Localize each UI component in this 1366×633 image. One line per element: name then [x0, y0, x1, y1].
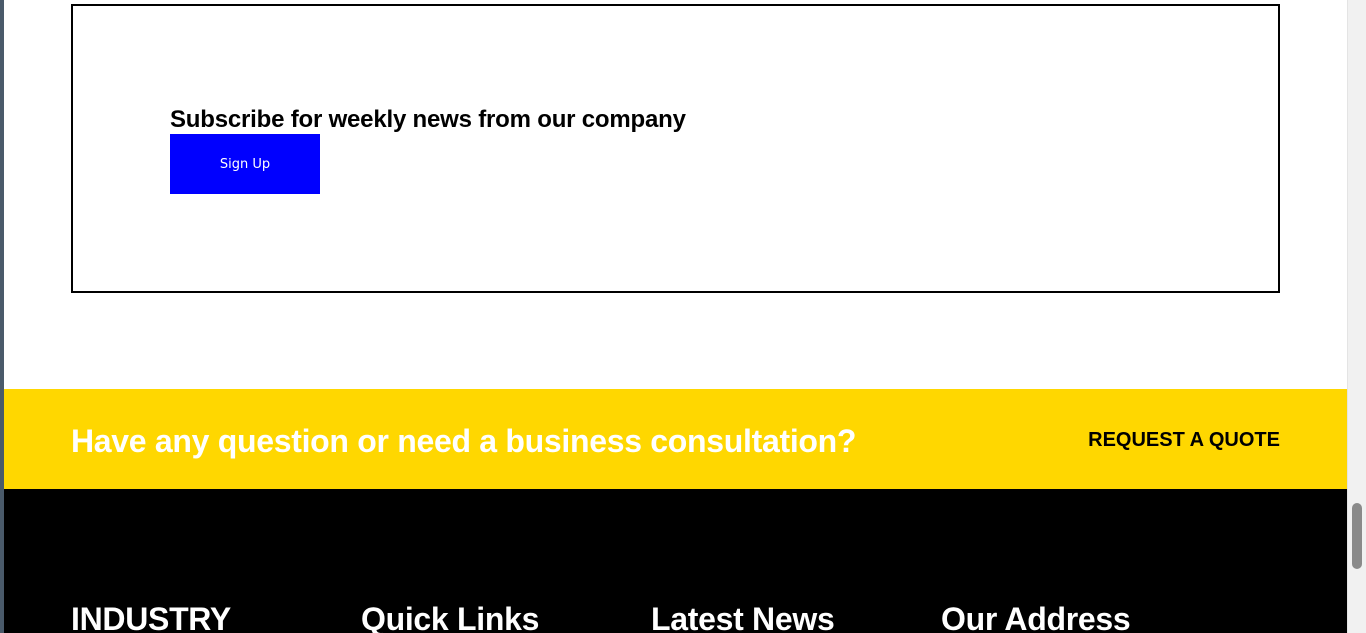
footer-heading-quick-links: Quick Links — [361, 601, 540, 633]
browser-viewport: Subscribe for weekly news from our compa… — [0, 0, 1366, 633]
consultation-heading: Have any question or need a business con… — [71, 423, 857, 459]
footer-heading-latest-news: Latest News — [651, 601, 835, 633]
footer-heading-our-address: Our Address — [941, 601, 1131, 633]
subscribe-section: Subscribe for weekly news from our compa… — [71, 4, 1280, 293]
scrollbar-thumb[interactable] — [1352, 503, 1362, 569]
site-footer: INDUSTRY Quick Links Latest News Our Add… — [4, 489, 1347, 633]
consultation-banner: Have any question or need a business con… — [4, 389, 1347, 489]
sign-up-button[interactable]: Sign Up — [170, 134, 320, 194]
page-content: Subscribe for weekly news from our compa… — [4, 0, 1347, 633]
subscribe-title: Subscribe for weekly news from our compa… — [170, 106, 686, 133]
vertical-scrollbar[interactable] — [1347, 0, 1366, 633]
footer-heading-industry: INDUSTRY — [71, 601, 231, 633]
request-quote-link[interactable]: REQUEST A QUOTE — [1088, 429, 1280, 452]
